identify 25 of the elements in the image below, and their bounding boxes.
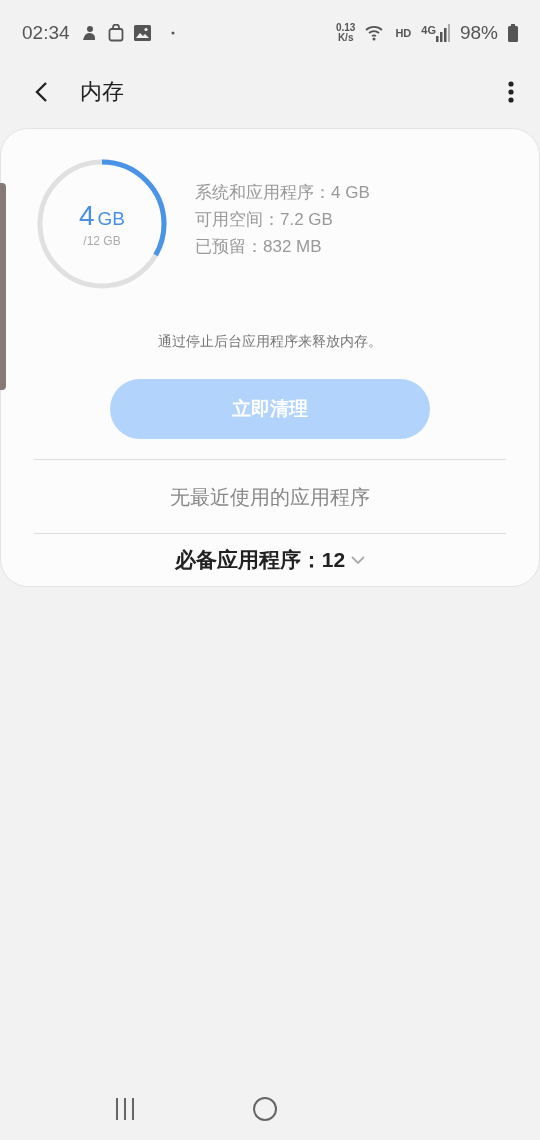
status-time: 02:34	[22, 22, 70, 44]
battery-percent: 98%	[459, 22, 498, 44]
image-icon	[133, 25, 151, 41]
memory-detail: 可用空间：7.2 GB	[195, 208, 334, 231]
recent-apps-icon	[114, 1097, 136, 1121]
home-icon	[252, 1096, 278, 1122]
edge-panel-handle[interactable]	[0, 183, 6, 390]
network-type: 4G	[421, 24, 436, 36]
chevron-icon	[351, 555, 366, 565]
page-title: 内存	[80, 78, 125, 106]
dot-icon	[170, 31, 175, 35]
signal-icon	[435, 24, 450, 42]
network-speed-unit: K/s	[337, 33, 354, 43]
empty-recent-apps-text: 无最近使用的应用程序	[170, 485, 370, 510]
total-memory: /12 GB	[83, 234, 121, 248]
essential-apps-toggle[interactable]: 必备应用程序：12	[170, 544, 370, 576]
used-memory: 4 GB	[79, 200, 125, 232]
memory-detail: 系统和应用程序：4 GB	[195, 181, 370, 204]
hd-label: HD	[395, 27, 412, 39]
more-options-icon	[508, 81, 514, 103]
shopping-bag-icon	[107, 24, 124, 42]
hint-text: 通过停止后台应用程序来释放内存。	[158, 333, 382, 351]
memory-detail: 已预留：832 MB	[195, 235, 323, 258]
battery-icon	[508, 24, 518, 42]
network-speed: 0.13	[335, 23, 356, 33]
